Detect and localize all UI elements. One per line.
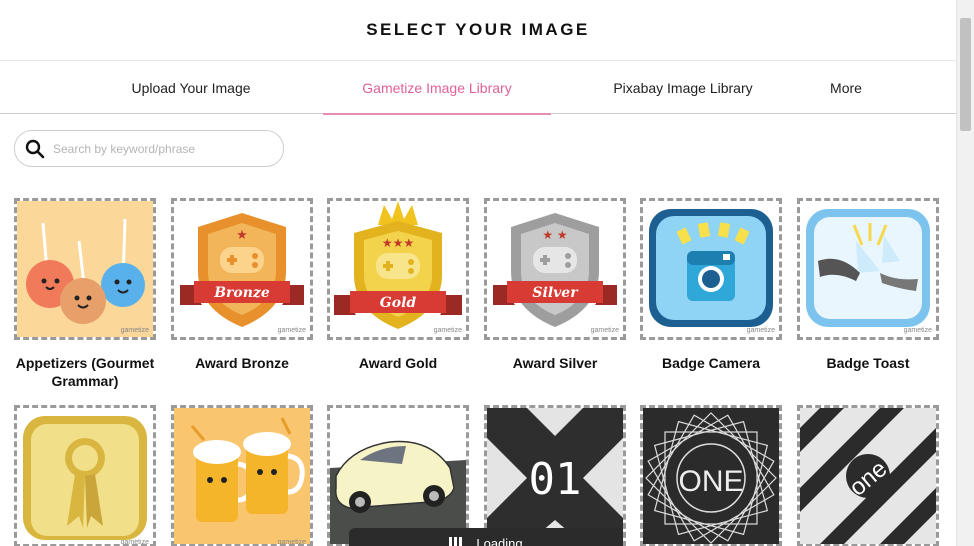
image-card-award-bronze[interactable]: ★ Bronze gametize Award Bronze (171, 198, 313, 372)
image-card-01[interactable]: 01 (484, 405, 626, 546)
image-card-award-gold[interactable]: ★★★ Gold gametize Award Gold (327, 198, 469, 372)
tab-gametize-image-library[interactable]: Gametize Image Library (323, 61, 551, 115)
watermark: gametize (278, 539, 307, 544)
badge-camera-image: gametize (643, 201, 779, 337)
scrollbar-thumb[interactable] (960, 18, 971, 131)
image-thumbnail[interactable]: gametize (640, 198, 782, 340)
beer-mugs-image: gametize (174, 408, 310, 544)
watermark: gametize (278, 327, 307, 334)
image-thumbnail[interactable]: ★ Bronze gametize (171, 198, 313, 340)
award-bronze-image: ★ Bronze gametize (174, 201, 310, 337)
tab-upload-your-image[interactable]: Upload Your Image (78, 61, 304, 114)
image-caption: Badge Toast (826, 355, 910, 371)
watermark: gametize (434, 327, 463, 334)
number-01-image: 01 (487, 408, 623, 544)
award-silver-image: ★ ★ Silver gametize (487, 201, 623, 337)
candy-apples-image: gametize (17, 201, 153, 337)
search-input[interactable] (53, 141, 253, 156)
image-card-award-silver[interactable]: ★ ★ Silver gametize Award Silver (484, 198, 626, 372)
vertical-scrollbar[interactable] (956, 0, 974, 546)
image-thumbnail[interactable]: ★★★ Gold gametize (327, 198, 469, 340)
modal-title: SELECT YOUR IMAGE (366, 20, 590, 39)
watermark: gametize (904, 327, 933, 334)
banner-text: Silver (532, 285, 579, 301)
image-thumbnail[interactable]: gametize (14, 198, 156, 340)
image-thumbnail[interactable]: ★ ★ Silver gametize (484, 198, 626, 340)
stars-icon: ★ ★ (542, 228, 567, 242)
image-card-one-stripes[interactable]: one (797, 405, 939, 546)
number-text: 01 (529, 454, 582, 505)
tab-more[interactable]: More (808, 61, 884, 114)
image-thumbnail[interactable]: one (797, 405, 939, 546)
image-card-car[interactable] (327, 405, 469, 546)
watermark: gametize (121, 327, 150, 334)
select-image-modal: SELECT YOUR IMAGE Upload Your Image Game… (0, 0, 956, 546)
car-image (330, 408, 466, 544)
loading-label: Loading (476, 535, 523, 546)
image-caption: Award Silver (512, 355, 598, 371)
image-caption: Badge Camera (661, 355, 761, 371)
watermark: gametize (591, 327, 620, 334)
image-thumbnail[interactable]: ONE (640, 405, 782, 546)
image-card-beer-mugs[interactable]: gametize (171, 405, 313, 546)
image-card-badge-camera[interactable]: gametize Badge Camera (640, 198, 782, 372)
tab-pixabay-image-library[interactable]: Pixabay Image Library (570, 61, 796, 114)
image-thumbnail[interactable]: gametize (171, 405, 313, 546)
one-geometric-image: ONE (643, 408, 779, 544)
star-icon: ★ (236, 228, 248, 243)
loading-icon (449, 537, 463, 546)
image-thumbnail[interactable]: gametize (14, 405, 156, 546)
image-thumbnail[interactable]: 01 (484, 405, 626, 546)
watermark: gametize (747, 327, 776, 334)
banner-text: Gold (380, 295, 417, 311)
search-box (14, 130, 284, 167)
watermark: gametize (121, 539, 150, 544)
tab-bar: Upload Your Image Gametize Image Library… (0, 61, 956, 115)
modal-header: SELECT YOUR IMAGE (0, 0, 956, 61)
one-stripes-image: one (800, 408, 936, 544)
image-card-appetizers[interactable]: gametize Appetizers (Gourmet Grammar) (14, 198, 156, 390)
image-caption: Award Gold (358, 355, 438, 371)
image-card-badge-toast[interactable]: gametize Badge Toast (797, 198, 939, 372)
image-card-ribbon[interactable]: gametize (14, 405, 156, 546)
award-gold-image: ★★★ Gold gametize (330, 201, 466, 337)
image-card-one-geometric[interactable]: ONE (640, 405, 782, 546)
image-thumbnail[interactable]: gametize (797, 198, 939, 340)
banner-text: Bronze (213, 285, 270, 301)
image-caption: Award Bronze (195, 355, 289, 371)
image-thumbnail[interactable] (327, 405, 469, 546)
search-icon (25, 139, 45, 158)
badge-toast-image: gametize (800, 201, 936, 337)
ribbon-badge-image: gametize (17, 408, 153, 544)
image-caption: Appetizers (Gourmet Grammar) (15, 355, 155, 389)
loading-toast: Loading (349, 528, 623, 546)
stars-icon: ★★★ (382, 236, 414, 250)
one-text: ONE (678, 465, 743, 498)
